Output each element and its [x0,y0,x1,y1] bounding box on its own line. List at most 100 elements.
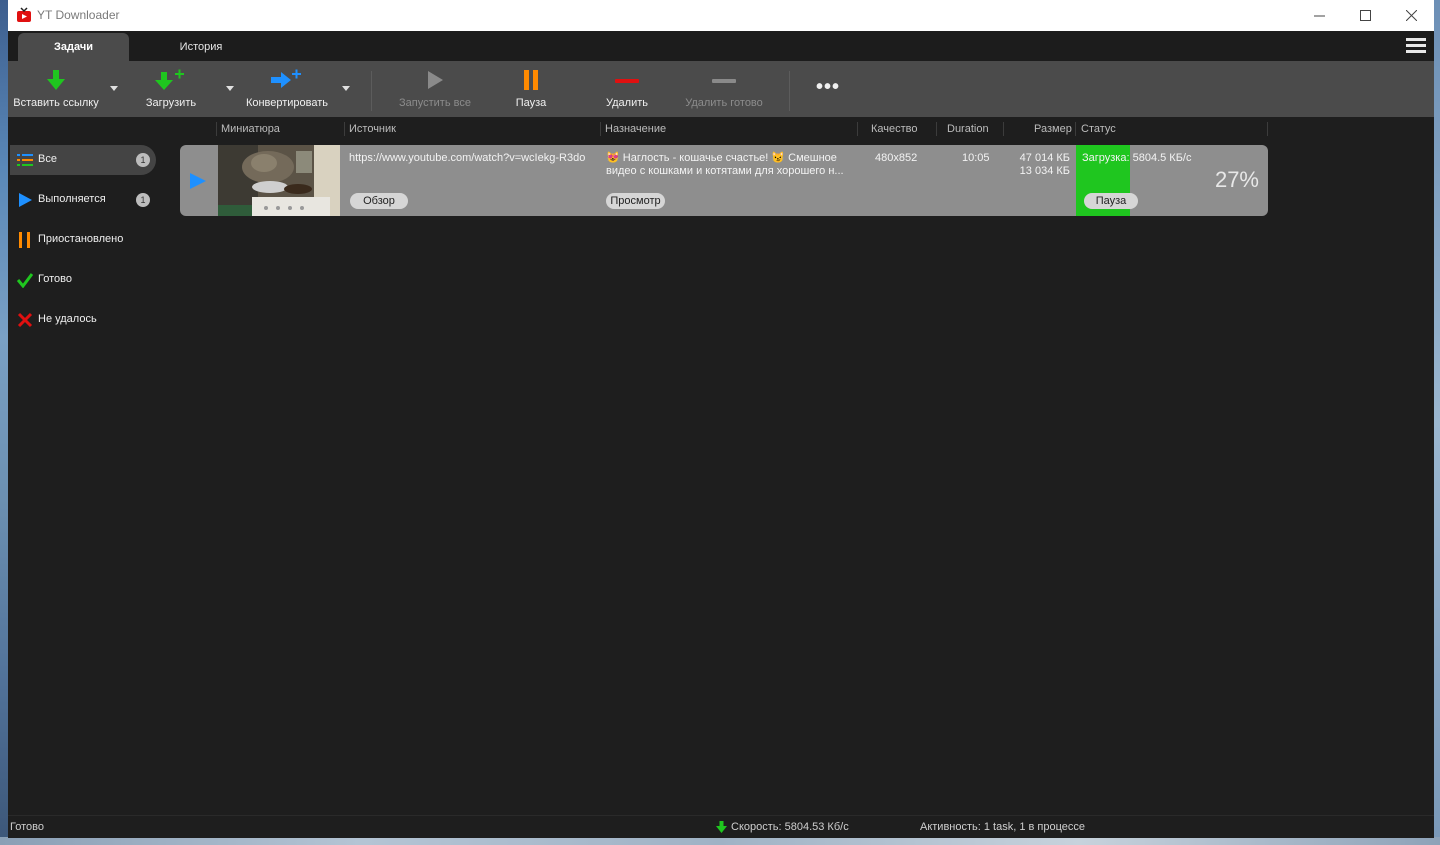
column-separator [936,122,937,136]
minimize-icon [1313,15,1325,17]
column-separator [1267,122,1268,136]
size-total: 47 014 КБ [1019,152,1070,164]
more-button[interactable]: ••• [804,61,852,117]
download-arrow-icon [716,821,727,833]
column-separator [1075,122,1076,136]
sidebar-item-all[interactable]: Все 1 [10,145,156,175]
sidebar-item-label: Выполняется [38,193,106,205]
video-thumbnail[interactable] [218,145,340,216]
list-icon [17,154,33,166]
sidebar-item-paused[interactable]: Приостановлено [10,225,156,255]
sidebar: Все 1 Выполняется 1 Приостановлено Готов… [8,117,180,815]
delete-label: Удалить [606,97,648,109]
maximize-icon [1359,10,1371,21]
download-arrow-icon [47,70,65,90]
play-icon [428,71,443,89]
close-button[interactable] [1388,0,1434,31]
destination-line: 😻 Наглость - кошачье счастье! 😼 Смешное [606,152,837,164]
pause-icon [19,232,30,248]
paste-link-dropdown-icon[interactable] [109,83,119,93]
tab-history[interactable]: История [158,33,244,61]
column-separator [600,122,601,136]
video-thumbnail-image [218,145,340,216]
pause-label: Пауза [515,97,547,109]
maximize-button[interactable] [1342,0,1388,31]
pause-button[interactable]: Пауза [494,61,568,117]
pause-icon [524,70,538,90]
minimize-button[interactable] [1296,0,1342,31]
column-header-thumbnail[interactable]: Миниатюра [221,117,280,141]
tab-tasks[interactable]: Задачи [18,33,129,61]
cross-icon [17,312,33,328]
paste-link-button[interactable]: Вставить ссылку [8,61,104,117]
destination-text: 😻 Наглость - кошачье счастье! 😼 Смешное … [606,152,856,178]
convert-arrow-icon [271,69,301,88]
column-separator [857,122,858,136]
size-value: 47 014 КБ 13 034 КБ [1004,152,1070,178]
column-separator [216,122,217,136]
browse-button[interactable]: Обзор [350,193,408,209]
paste-link-label: Вставить ссылку [13,97,99,109]
play-icon[interactable] [189,172,207,190]
column-header-source[interactable]: Источник [349,117,396,141]
column-header-destination[interactable]: Назначение [605,117,666,141]
status-text: Загрузка: 5804.5 КБ/с [1082,152,1192,164]
duration-value: 10:05 [962,152,990,164]
count-badge: 1 [136,193,150,207]
row-pause-button[interactable]: Пауза [1084,193,1138,209]
app-window: YT Downloader Задачи История Вставить сс… [8,0,1434,838]
sidebar-item-failed[interactable]: Не удалось [10,305,156,335]
sidebar-item-label: Готово [38,273,72,285]
minus-icon [615,79,639,83]
delete-button[interactable]: Удалить [590,61,664,117]
column-header-quality[interactable]: Качество [871,117,918,141]
window-title: YT Downloader [37,8,120,22]
delete-done-label: Удалить готово [685,97,763,109]
start-all-button[interactable]: Запустить все [390,61,480,117]
close-icon [1405,10,1417,21]
start-all-label: Запустить все [399,97,471,109]
activity-text: Активность: 1 task, 1 в процессе [920,821,1086,833]
column-header-status[interactable]: Статус [1081,117,1116,141]
count-badge: 1 [136,153,150,167]
convert-dropdown-icon[interactable] [341,83,351,93]
column-header-size[interactable]: Размер [1034,117,1072,141]
status-text: Готово [10,821,44,833]
toolbar-separator [789,71,790,111]
quality-value: 480x852 [875,152,918,164]
column-separator [344,122,345,136]
status-bar: Готово Скорость: 5804.53 Кб/с Активность… [8,815,1434,838]
sidebar-item-in-progress[interactable]: Выполняется 1 [10,185,156,215]
column-header-duration[interactable]: Duration [947,117,989,141]
title-bar: YT Downloader [8,0,1434,31]
app-logo-icon [17,7,31,22]
desktop-background-bottom [0,837,1440,845]
toolbar-separator [371,71,372,111]
sidebar-item-label: Не удалось [38,313,97,325]
download-plus-icon [155,69,184,90]
hamburger-menu-icon[interactable] [1406,38,1426,54]
view-button[interactable]: Просмотр [606,193,665,209]
more-dots-icon: ••• [815,75,840,98]
column-separator [1003,122,1004,136]
desktop-background-left [0,0,8,845]
size-done: 13 034 КБ [1019,165,1070,177]
sidebar-item-label: Приостановлено [38,233,124,245]
download-button[interactable]: Загрузить [134,61,208,117]
sidebar-item-label: Все [38,153,57,165]
checkmark-icon [17,273,33,288]
convert-button[interactable]: Конвертировать [242,61,332,117]
destination-line: видео с кошками и котятами для хорошего … [606,165,844,177]
toolbar: Вставить ссылку Загрузить Конвертировать… [8,61,1434,117]
desktop-background-right [1434,0,1440,845]
convert-label: Конвертировать [245,97,329,109]
sidebar-item-done[interactable]: Готово [10,265,156,295]
delete-done-button[interactable]: Удалить готово [678,61,770,117]
tab-bar: Задачи История [8,31,1434,61]
table-row[interactable]: https://www.youtube.com/watch?v=wcIekg-R… [180,145,1268,216]
play-icon [19,193,32,207]
minus-icon [712,79,736,83]
source-url: https://www.youtube.com/watch?v=wcIekg-R… [349,152,586,164]
download-dropdown-icon[interactable] [225,83,235,93]
download-label: Загрузить [145,97,197,109]
